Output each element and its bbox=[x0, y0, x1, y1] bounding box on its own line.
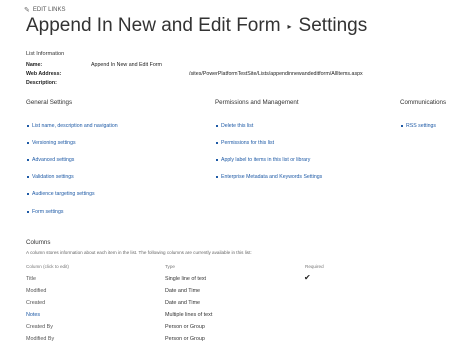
list-title-link[interactable]: Append In New and Edit Form bbox=[26, 15, 281, 37]
list-info-heading: List Information bbox=[26, 51, 65, 57]
edit-links-label: EDIT LINKS bbox=[32, 7, 66, 13]
link-rss-settings[interactable]: RSS settings bbox=[401, 123, 436, 129]
column-row-type: Date and Time bbox=[165, 288, 201, 294]
name-label: Name: bbox=[26, 62, 43, 68]
link-permissions-for-list[interactable]: Permissions for this list bbox=[216, 140, 274, 146]
web-address-value: /sites/PowerPlatformTestSite/Lists/appen… bbox=[189, 71, 363, 77]
link-label: List name, description and navigation bbox=[32, 123, 118, 129]
web-address-label: Web Address: bbox=[26, 71, 62, 77]
bullet-icon bbox=[27, 211, 29, 213]
link-apply-label[interactable]: Apply label to items in this list or lib… bbox=[216, 157, 310, 163]
link-label: Apply label to items in this list or lib… bbox=[221, 157, 311, 163]
bullet-icon bbox=[216, 176, 218, 178]
link-validation-settings[interactable]: Validation settings bbox=[27, 174, 74, 180]
column-row-type: Multiple lines of text bbox=[165, 312, 213, 318]
link-label: Permissions for this list bbox=[221, 140, 275, 146]
link-audience-targeting-settings[interactable]: Audience targeting settings bbox=[27, 191, 95, 197]
bullet-icon bbox=[216, 142, 218, 144]
column-row-name[interactable]: Modified By bbox=[26, 336, 54, 342]
link-versioning-settings[interactable]: Versioning settings bbox=[27, 140, 76, 146]
column-row-type: Date and Time bbox=[165, 300, 201, 306]
column-row-name[interactable]: Modified bbox=[26, 288, 46, 294]
name-value: Append In New and Edit Form bbox=[91, 62, 162, 68]
column-row-name[interactable]: Created By bbox=[26, 324, 53, 330]
column-row-name[interactable]: Created bbox=[26, 300, 45, 306]
page-title: Append In New and Edit Form ▸ Settings bbox=[26, 15, 367, 37]
bullet-icon bbox=[216, 159, 218, 161]
required-check-icon: ✔ bbox=[304, 273, 311, 282]
breadcrumb-separator-icon: ▸ bbox=[287, 21, 292, 31]
link-label: Form settings bbox=[32, 209, 64, 215]
column-row-name[interactable]: Title bbox=[26, 276, 36, 282]
bullet-icon bbox=[27, 176, 29, 178]
link-label: Validation settings bbox=[32, 174, 74, 180]
bullet-icon bbox=[27, 142, 29, 144]
communications-heading: Communications bbox=[400, 99, 447, 106]
column-row-name[interactable]: Notes bbox=[26, 312, 40, 318]
link-label: RSS settings bbox=[406, 123, 436, 129]
columns-description: A column stores information about each i… bbox=[26, 250, 252, 255]
link-label: Delete this list bbox=[221, 123, 254, 129]
column-header-required: Required bbox=[305, 264, 324, 269]
general-settings-heading: General Settings bbox=[26, 99, 73, 106]
columns-heading: Columns bbox=[26, 239, 51, 246]
link-list-name-description[interactable]: List name, description and navigation bbox=[27, 123, 118, 129]
bullet-icon bbox=[27, 193, 29, 195]
bullet-icon bbox=[216, 125, 218, 127]
description-label: Description: bbox=[26, 80, 57, 86]
bullet-icon bbox=[27, 125, 29, 127]
link-delete-list[interactable]: Delete this list bbox=[216, 123, 253, 129]
link-advanced-settings[interactable]: Advanced settings bbox=[27, 157, 74, 163]
permissions-heading: Permissions and Management bbox=[215, 99, 299, 106]
link-label: Enterprise Metadata and Keywords Setting… bbox=[221, 174, 323, 180]
pencil-icon: ✎ bbox=[24, 7, 30, 14]
column-header-name: Column (click to edit) bbox=[26, 264, 69, 269]
column-header-type: Type bbox=[165, 264, 175, 269]
edit-links-button[interactable]: ✎ EDIT LINKS bbox=[24, 6, 65, 14]
settings-title: Settings bbox=[298, 15, 368, 36]
link-enterprise-metadata[interactable]: Enterprise Metadata and Keywords Setting… bbox=[216, 174, 322, 180]
link-form-settings[interactable]: Form settings bbox=[27, 209, 63, 215]
bullet-icon bbox=[401, 125, 403, 127]
column-row-type: Person or Group bbox=[165, 336, 205, 342]
column-row-type: Person or Group bbox=[165, 324, 205, 330]
link-label: Versioning settings bbox=[32, 140, 76, 146]
link-label: Advanced settings bbox=[32, 157, 75, 163]
column-row-type: Single line of text bbox=[165, 276, 207, 282]
link-label: Audience targeting settings bbox=[32, 191, 95, 197]
bullet-icon bbox=[27, 159, 29, 161]
